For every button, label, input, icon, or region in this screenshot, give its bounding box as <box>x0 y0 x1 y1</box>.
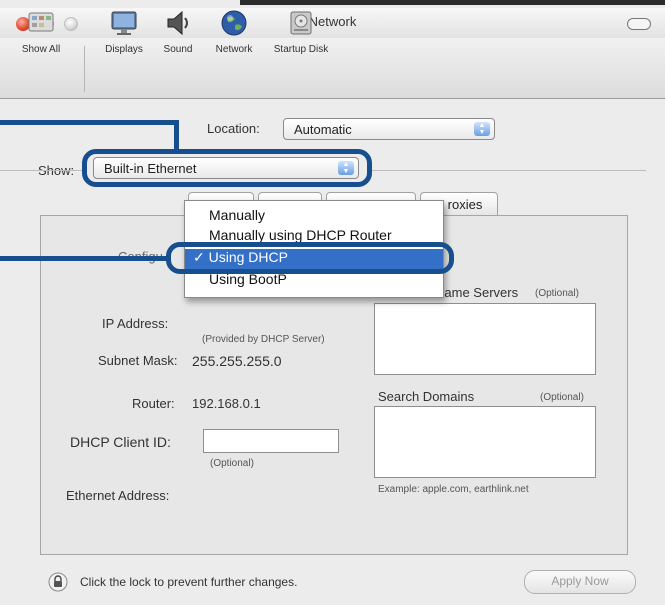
displays-icon <box>111 11 137 35</box>
lock-text: Click the lock to prevent further change… <box>80 575 298 589</box>
dhcp-client-id-label: DHCP Client ID: <box>70 434 171 450</box>
show-all-icon <box>28 12 54 32</box>
location-popup[interactable]: Automatic ▲ ▼ <box>283 118 495 140</box>
toolbar-item-show-all[interactable]: Show All <box>10 8 72 55</box>
toolbar-item-startup-disk[interactable]: Startup Disk <box>265 8 337 55</box>
toolbar-separator <box>84 46 85 92</box>
menu-item-using-bootp[interactable]: Using BootP <box>185 271 443 291</box>
search-domains-input[interactable] <box>374 406 596 478</box>
toolbar-label: Sound <box>163 44 193 55</box>
callout-line <box>0 120 178 125</box>
tab-label: roxies <box>447 197 483 212</box>
location-label: Location: <box>207 121 260 136</box>
toolbar-item-displays[interactable]: Displays <box>97 8 151 55</box>
toolbar-label: Startup Disk <box>273 44 329 55</box>
speaker-icon <box>167 10 188 36</box>
toolbar-item-network[interactable]: Network <box>204 8 264 55</box>
menu-item-manually[interactable]: Manually <box>185 207 443 227</box>
ip-address-label: IP Address: <box>102 316 169 331</box>
dhcp-callout <box>166 242 454 274</box>
apply-now-button[interactable]: Apply Now <box>524 570 636 594</box>
ip-address-note: (Provided by DHCP Server) <box>202 334 325 345</box>
router-value: 192.168.0.1 <box>192 396 261 411</box>
top-edge-bar <box>240 0 665 5</box>
callout-line <box>174 120 179 152</box>
subnet-mask-value: 255.255.255.0 <box>192 353 282 369</box>
rule-line <box>0 170 82 171</box>
chevron-updown-icon: ▲ ▼ <box>474 122 490 136</box>
search-example-note: Example: apple.com, earthlink.net <box>378 484 529 495</box>
toolbar-toggle-icon[interactable] <box>627 18 651 30</box>
show-callout <box>82 149 372 187</box>
toolbar-label: Network <box>215 44 253 55</box>
dhcp-client-id-input[interactable] <box>203 429 339 453</box>
network-preferences-window: Network Show All Displays Sound Network … <box>0 0 665 605</box>
subnet-mask-label: Subnet Mask: <box>98 353 178 368</box>
dns-optional-note: (Optional) <box>535 288 579 299</box>
callout-line <box>0 256 168 261</box>
lock-icon[interactable] <box>48 572 68 592</box>
ethernet-address-label: Ethernet Address: <box>66 488 170 503</box>
location-value: Automatic <box>294 122 352 137</box>
router-label: Router: <box>132 396 175 411</box>
toolbar-label: Displays <box>105 44 143 55</box>
search-domains-label: Search Domains <box>378 389 475 404</box>
dns-servers-input[interactable] <box>374 303 596 375</box>
dns-servers-label: Name Servers <box>435 285 519 300</box>
rule-line <box>368 170 646 171</box>
search-optional-note: (Optional) <box>540 392 584 403</box>
toolbar-label: Show All <box>21 44 61 55</box>
dhcp-client-id-note: (Optional) <box>210 458 254 469</box>
disk-icon <box>290 11 312 35</box>
toolbar-item-sound[interactable]: Sound <box>155 8 201 55</box>
globe-icon <box>221 10 247 36</box>
